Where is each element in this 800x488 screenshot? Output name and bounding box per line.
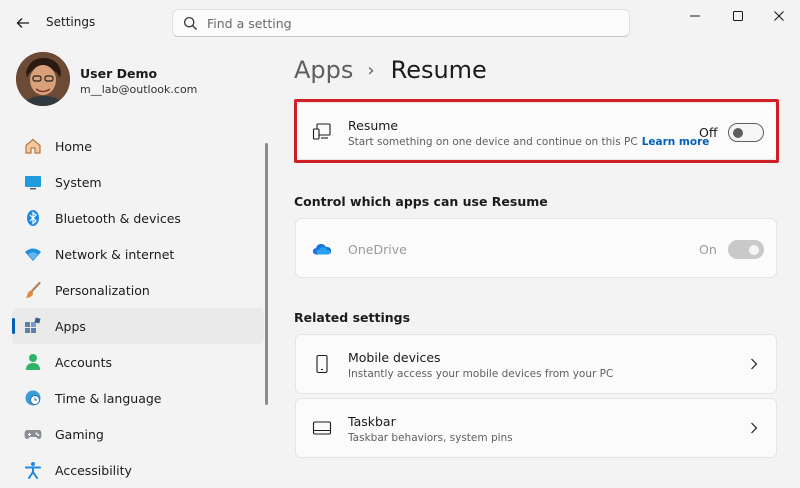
mobile-devices-title: Mobile devices <box>348 350 441 365</box>
maximize-icon <box>733 11 743 21</box>
chevron-right-icon <box>748 422 760 434</box>
taskbar-card[interactable]: Taskbar Taskbar behaviors, system pins <box>295 398 777 458</box>
back-button[interactable] <box>12 12 34 34</box>
sidebar-item-label: Personalization <box>55 282 150 298</box>
sidebar-item-home[interactable]: Home <box>12 128 264 164</box>
highlight-frame <box>294 99 779 163</box>
search-icon <box>183 16 198 35</box>
onedrive-icon <box>312 239 332 259</box>
minimize-button[interactable] <box>680 6 710 26</box>
close-icon <box>774 11 784 21</box>
mobile-devices-subtitle: Instantly access your mobile devices fro… <box>348 368 614 380</box>
sidebar-nav: Home System Bluetooth & devices Network … <box>12 128 264 488</box>
sidebar-item-accounts[interactable]: Accounts <box>12 344 264 380</box>
sidebar-item-label: Bluetooth & devices <box>55 210 181 226</box>
brush-icon <box>24 281 42 299</box>
home-icon <box>24 137 42 155</box>
sidebar-item-label: Accessibility <box>55 462 132 478</box>
breadcrumb-separator: › <box>367 59 375 81</box>
system-icon <box>24 173 42 191</box>
title-bar: Settings <box>0 0 800 44</box>
sidebar-item-gaming[interactable]: Gaming <box>12 416 264 452</box>
breadcrumb: Apps › Resume <box>294 54 487 86</box>
sidebar-item-label: Gaming <box>55 426 104 442</box>
sidebar-item-label: Apps <box>55 318 86 334</box>
sidebar-item-bluetooth[interactable]: Bluetooth & devices <box>12 200 264 236</box>
apps-icon <box>24 317 42 335</box>
taskbar-title: Taskbar <box>348 414 396 429</box>
sidebar-item-label: Time & language <box>55 390 162 406</box>
sidebar-item-apps[interactable]: Apps <box>12 308 264 344</box>
sidebar-item-label: System <box>55 174 102 190</box>
avatar[interactable] <box>16 52 70 106</box>
search-box[interactable] <box>172 9 630 37</box>
phone-icon <box>312 354 332 374</box>
onedrive-toggle-state: On <box>699 242 717 257</box>
close-button[interactable] <box>764 6 794 26</box>
breadcrumb-parent[interactable]: Apps <box>294 56 353 84</box>
back-arrow-icon <box>16 18 29 28</box>
taskbar-subtitle: Taskbar behaviors, system pins <box>348 432 513 444</box>
user-name: User Demo <box>80 66 158 81</box>
user-email: m__lab@outlook.com <box>80 83 198 96</box>
maximize-button[interactable] <box>723 6 753 26</box>
accessibility-icon <box>24 461 42 479</box>
related-section-title: Related settings <box>294 310 411 325</box>
account-icon <box>24 353 42 371</box>
control-section-title: Control which apps can use Resume <box>294 194 548 209</box>
avatar-image <box>16 52 70 106</box>
app-title: Settings <box>46 15 96 29</box>
mobile-devices-card[interactable]: Mobile devices Instantly access your mob… <box>295 334 777 394</box>
sidebar-item-label: Network & internet <box>55 246 175 262</box>
chevron-right-icon <box>748 358 760 370</box>
onedrive-label: OneDrive <box>348 242 407 257</box>
minimize-icon <box>690 15 700 17</box>
sidebar-item-label: Home <box>55 138 92 154</box>
page-title: Resume <box>390 56 487 84</box>
bluetooth-icon <box>24 209 42 227</box>
taskbar-icon <box>312 418 332 438</box>
clock-globe-icon <box>24 389 42 407</box>
search-input[interactable] <box>207 14 607 32</box>
sidebar-item-time-language[interactable]: Time & language <box>12 380 264 416</box>
sidebar-item-label: Accounts <box>55 354 112 370</box>
onedrive-toggle[interactable] <box>728 240 764 259</box>
toggle-knob <box>749 245 759 255</box>
sidebar-item-accessibility[interactable]: Accessibility <box>12 452 264 488</box>
controller-icon <box>24 425 42 443</box>
sidebar-item-network[interactable]: Network & internet <box>12 236 264 272</box>
sidebar-scrollbar[interactable] <box>265 143 268 405</box>
sidebar-item-system[interactable]: System <box>12 164 264 200</box>
wifi-icon <box>24 245 42 263</box>
onedrive-card: OneDrive On <box>295 218 777 278</box>
sidebar-item-personalization[interactable]: Personalization <box>12 272 264 308</box>
